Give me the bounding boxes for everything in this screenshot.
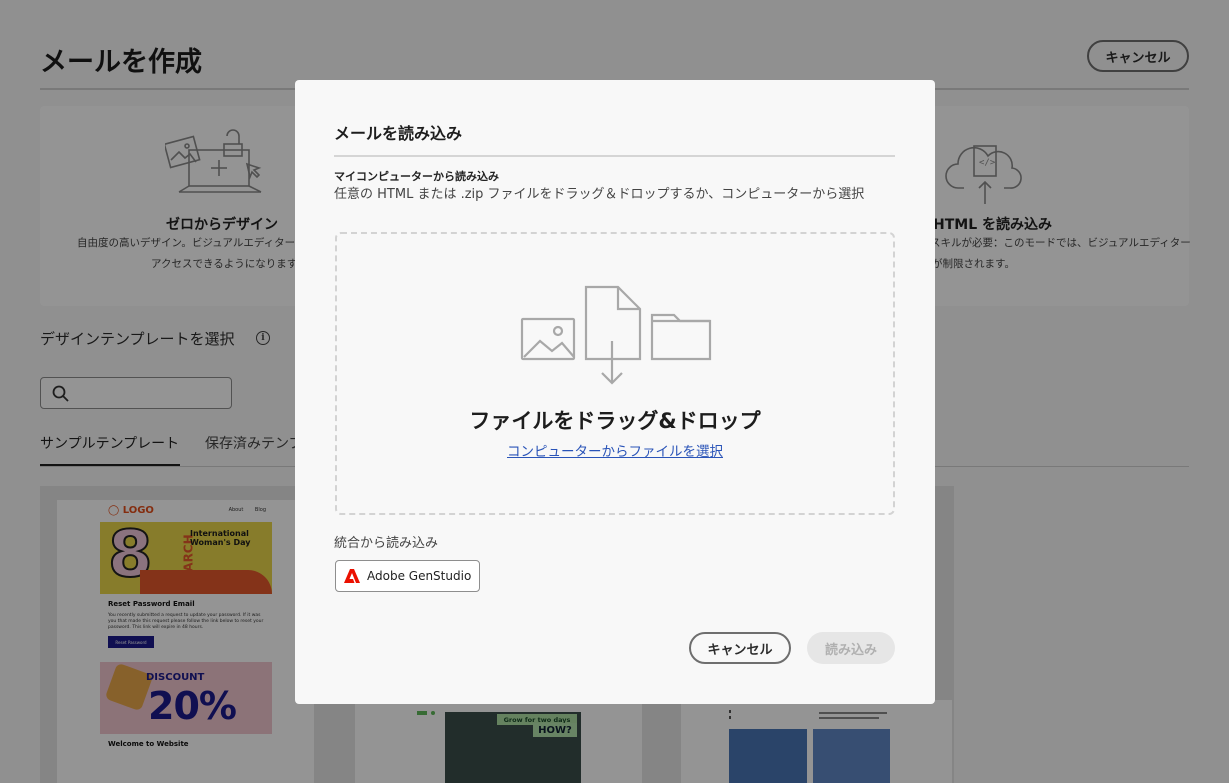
- section-description: 任意の HTML または .zip ファイルをドラッグ＆ドロップするか、コンピュ…: [334, 187, 865, 202]
- dropzone-title: ファイルをドラッグ&ドロップ: [469, 409, 761, 433]
- divider: [334, 155, 895, 157]
- select-file-link[interactable]: コンピューターからファイルを選択: [337, 440, 893, 460]
- import-email-dialog: メールを読み込み マイコンピューターから読み込み 任意の HTML または .z…: [295, 80, 935, 704]
- file-dropzone[interactable]: ファイルをドラッグ&ドロップ コンピューターからファイルを選択: [335, 232, 895, 515]
- adobe-genstudio-label: Adobe GenStudio: [367, 569, 472, 583]
- dialog-cancel-button[interactable]: キャンセル: [689, 632, 791, 664]
- adobe-genstudio-button[interactable]: Adobe GenStudio: [335, 560, 480, 592]
- integration-label: 統合から読み込み: [334, 536, 439, 551]
- drag-drop-files-icon: [520, 285, 712, 385]
- dialog-import-button[interactable]: 読み込み: [807, 632, 895, 664]
- section-title: マイコンピューターから読み込み: [334, 170, 499, 183]
- dialog-title: メールを読み込み: [334, 124, 463, 143]
- adobe-logo-icon: [344, 569, 360, 583]
